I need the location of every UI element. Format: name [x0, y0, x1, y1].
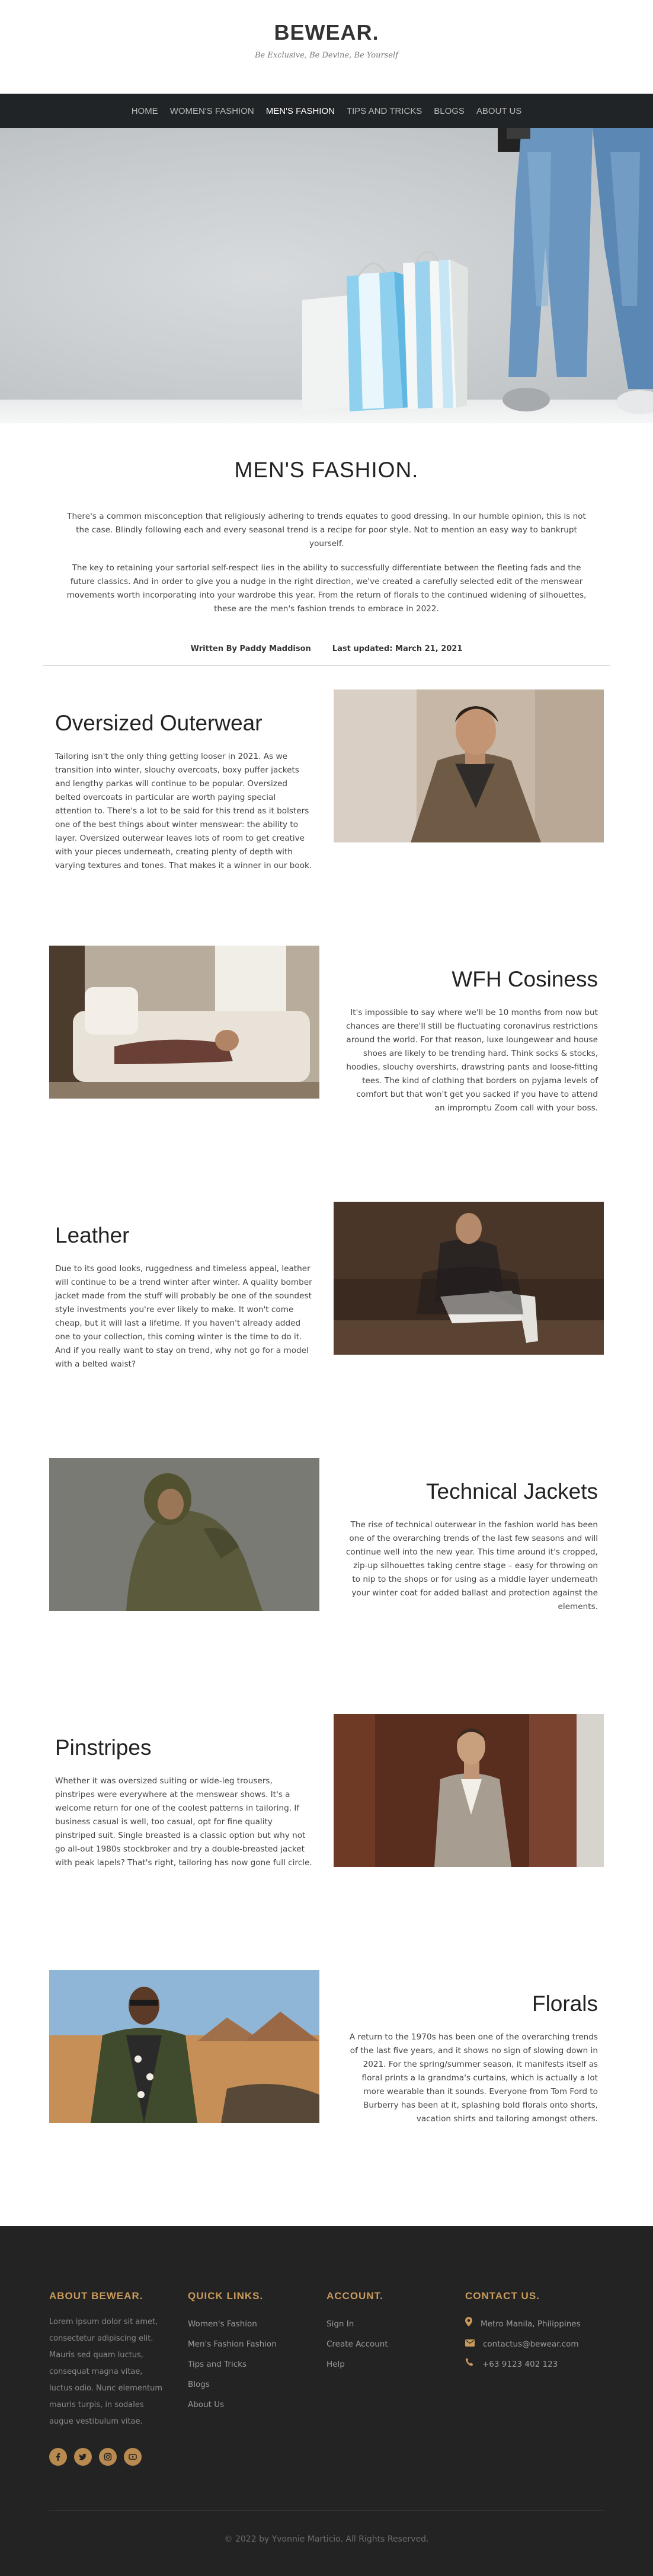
article-title: Oversized Outerwear [55, 711, 263, 735]
brand-logo[interactable]: BEWEAR. [0, 20, 653, 45]
article-text: WFH Cosiness It's impossible to say wher… [334, 946, 604, 1115]
footer-account-heading: ACCOUNT. [326, 2290, 383, 2302]
contact-email-text[interactable]: contactus@bewear.com [483, 2334, 579, 2354]
contact-phone-text: +63 9123 402 123 [482, 2360, 558, 2369]
hero-image [0, 128, 653, 423]
contact-phone: +63 9123 402 123 [465, 2354, 604, 2374]
last-updated: Last updated: March 21, 2021 [332, 644, 463, 653]
article-pinstripes: Pinstripes Whether it was oversized suit… [49, 1714, 604, 1970]
location-pin-icon [465, 2314, 472, 2334]
phone-icon [465, 2354, 474, 2374]
footer-link-sign-in[interactable]: Sign In [326, 2314, 465, 2334]
article-title: Florals [532, 1991, 598, 2016]
footer-quick-heading: QUICK LINKS. [188, 2290, 264, 2302]
article-body: Whether it was oversized suiting or wide… [55, 1776, 312, 1868]
article-oversized-outerwear: Oversized Outerwear Tailoring isn't the … [49, 690, 604, 946]
envelope-icon [465, 2334, 475, 2354]
article-text: Technical Jackets The rise of technical … [334, 1458, 604, 1614]
youtube-icon[interactable] [124, 2448, 142, 2466]
social-links [49, 2448, 188, 2466]
intro-section: MEN'S FASHION. There's a common misconce… [0, 423, 653, 666]
article-title: Leather [55, 1223, 130, 1247]
footer-about-heading: ABOUT BEWEAR. [49, 2290, 143, 2302]
footer-link-create-account[interactable]: Create Account [326, 2334, 465, 2354]
hero-illustration [302, 128, 653, 414]
nav-mens-fashion[interactable]: MEN'S FASHION [265, 104, 336, 119]
article-title: WFH Cosiness [452, 967, 598, 991]
footer-link-help[interactable]: Help [326, 2354, 465, 2374]
model-legs [498, 128, 653, 414]
nav-about-us[interactable]: ABOUT US [475, 104, 523, 119]
article-wfh-cosiness: WFH Cosiness It's impossible to say wher… [49, 946, 604, 1202]
footer-link-womens-fashion[interactable]: Women's Fashion [188, 2314, 326, 2334]
article-image-pinstripes [334, 1714, 604, 1867]
contact-location-text: Metro Manila, Philippines [481, 2319, 581, 2329]
byline: Written By Paddy Maddison Last updated: … [43, 644, 610, 666]
nav-tips-and-tricks[interactable]: TIPS AND TRICKS [345, 104, 423, 119]
footer-columns: ABOUT BEWEAR. Lorem ipsum dolor sit amet… [49, 2290, 604, 2466]
copyright: © 2022 by Yvonnie Marticio. All Rights R… [224, 2534, 429, 2544]
article-body: It's impossible to say where we'll be 10… [346, 1008, 598, 1113]
footer-quick-links: QUICK LINKS. Women's Fashion Men's Fashi… [188, 2290, 326, 2466]
main-nav: HOME WOMEN'S FASHION MEN'S FASHION TIPS … [0, 94, 653, 128]
article-leather: Leather Due to its good looks, ruggednes… [49, 1202, 604, 1458]
facebook-icon[interactable] [49, 2448, 67, 2466]
articles: Oversized Outerwear Tailoring isn't the … [0, 666, 653, 2226]
article-text: Pinstripes Whether it was oversized suit… [49, 1714, 319, 1870]
shopping-bags [302, 251, 468, 411]
footer-contact: CONTACT US. Metro Manila, Philippines co… [465, 2290, 604, 2466]
article-text: Leather Due to its good looks, ruggednes… [49, 1202, 319, 1371]
intro-paragraph-1: There's a common misconception that reli… [67, 512, 586, 548]
article-image-leather [334, 1202, 604, 1355]
article-body: A return to the 1970s has been one of th… [349, 2032, 598, 2124]
contact-location: Metro Manila, Philippines [465, 2314, 604, 2334]
footer-account: ACCOUNT. Sign In Create Account Help [326, 2290, 465, 2466]
article-title: Technical Jackets [426, 1479, 598, 1504]
site-header: BEWEAR. Be Exclusive, Be Devine, Be Your… [0, 0, 653, 94]
brand-tagline: Be Exclusive, Be Devine, Be Yourself [254, 51, 399, 60]
article-florals: Florals A return to the 1970s has been o… [49, 1970, 604, 2226]
footer-about-text: Lorem ipsum dolor sit amet, consectetur … [49, 2318, 163, 2426]
footer-link-mens-fashion[interactable]: Men's Fashion Fashion [188, 2334, 326, 2354]
contact-email: contactus@bewear.com [465, 2334, 604, 2354]
article-image-technical-jackets [49, 1458, 319, 1611]
article-body: Tailoring isn't the only thing getting l… [55, 752, 312, 870]
intro-paragraph-2: The key to retaining your sartorial self… [66, 563, 587, 614]
footer-link-tips-and-tricks[interactable]: Tips and Tricks [188, 2354, 326, 2374]
footer-divider [49, 2510, 604, 2511]
article-text: Florals A return to the 1970s has been o… [334, 1970, 604, 2126]
footer-contact-heading: CONTACT US. [465, 2290, 540, 2302]
twitter-icon[interactable] [74, 2448, 92, 2466]
article-title: Pinstripes [55, 1735, 152, 1760]
nav-blogs[interactable]: BLOGS [433, 104, 466, 119]
instagram-icon[interactable] [99, 2448, 117, 2466]
author: Written By Paddy Maddison [190, 644, 311, 653]
footer-link-about-us[interactable]: About Us [188, 2395, 326, 2415]
article-technical-jackets: Technical Jackets The rise of technical … [49, 1458, 604, 1714]
article-text: Oversized Outerwear Tailoring isn't the … [49, 690, 319, 873]
article-image-oversized-outerwear [334, 690, 604, 842]
page-title: MEN'S FASHION. [234, 458, 419, 482]
nav-womens-fashion[interactable]: WOMEN'S FASHION [169, 104, 255, 119]
site-footer: ABOUT BEWEAR. Lorem ipsum dolor sit amet… [0, 2226, 653, 2576]
article-image-florals [49, 1970, 319, 2123]
article-image-wfh-cosiness [49, 946, 319, 1099]
footer-about: ABOUT BEWEAR. Lorem ipsum dolor sit amet… [49, 2290, 188, 2466]
nav-home[interactable]: HOME [130, 104, 159, 119]
footer-link-blogs[interactable]: Blogs [188, 2374, 326, 2395]
article-body: The rise of technical outerwear in the f… [345, 1520, 598, 1611]
article-body: Due to its good looks, ruggedness and ti… [55, 1264, 312, 1369]
